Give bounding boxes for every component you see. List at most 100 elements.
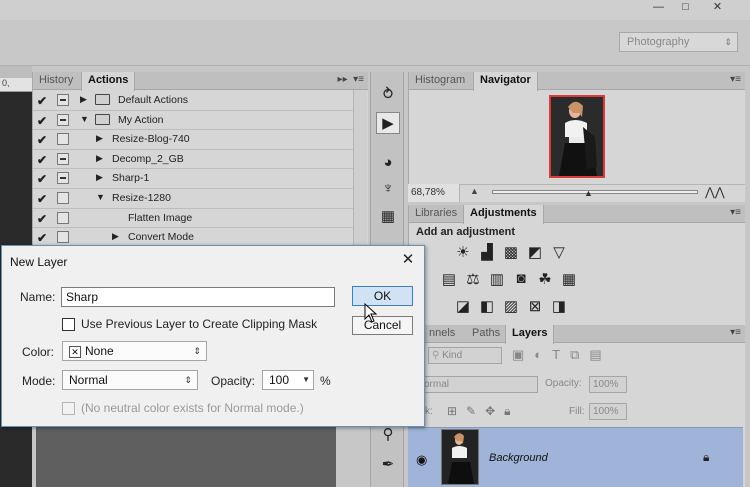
vibrance-icon[interactable]: ▽: [548, 243, 570, 261]
maximize-button[interactable]: □: [672, 0, 699, 16]
tab-channels[interactable]: nnels: [423, 325, 461, 343]
palette-icon[interactable]: ◕: [376, 152, 400, 174]
panel-menu-icon[interactable]: ▾≡: [730, 207, 741, 218]
color-balance-icon[interactable]: ⚖: [462, 270, 484, 288]
mode-select[interactable]: Normal ⇕: [62, 370, 198, 390]
layer-opacity-value[interactable]: 100%: [589, 376, 627, 393]
dialog-toggle[interactable]: [57, 152, 69, 165]
zoom-tool-icon[interactable]: ⚲: [376, 424, 400, 446]
dialog-close-icon[interactable]: ✕: [397, 251, 419, 271]
play-actions-icon[interactable]: ▶: [376, 112, 400, 134]
dialog-toggle[interactable]: [57, 113, 69, 126]
tab-paths[interactable]: Paths: [466, 325, 506, 343]
zoom-slider[interactable]: [492, 190, 698, 194]
dialog-toggle[interactable]: [57, 231, 69, 244]
brushes-icon[interactable]: ♆: [376, 178, 400, 200]
color-select[interactable]: ✕ None ⇕: [62, 341, 207, 361]
panel-menu-icon[interactable]: ▸▸ ▾≡: [338, 74, 364, 85]
opacity-input[interactable]: 100 ▼: [262, 370, 314, 390]
tab-actions[interactable]: Actions: [81, 72, 136, 91]
invert-icon[interactable]: ◪: [452, 297, 474, 315]
hue-saturation-icon[interactable]: ▤: [438, 270, 460, 288]
opacity-label: Opacity:: [545, 378, 582, 389]
threshold-icon[interactable]: ▨: [500, 297, 522, 315]
tab-libraries[interactable]: Libraries: [409, 205, 463, 223]
layer-name-input[interactable]: [61, 287, 335, 307]
dialog-toggle[interactable]: [57, 192, 69, 204]
zoom-slider-knob[interactable]: ▲: [584, 188, 593, 198]
clipping-mask-checkbox[interactable]: [62, 318, 75, 331]
cancel-button[interactable]: Cancel: [352, 316, 413, 335]
action-row[interactable]: ✔ ▶ Resize-Blog-740: [33, 130, 353, 150]
ok-button[interactable]: OK: [352, 286, 413, 306]
lock-icons[interactable]: ⊞✎✥🔒︎: [447, 404, 520, 419]
history-brush-icon[interactable]: ⥁: [376, 84, 400, 106]
minimize-button[interactable]: —: [645, 0, 672, 16]
check-icon[interactable]: ✔: [37, 94, 47, 108]
grid-icon[interactable]: ▦: [376, 206, 400, 228]
dialog-toggle[interactable]: [57, 94, 69, 106]
exposure-icon[interactable]: ◩: [524, 243, 546, 261]
triangle-down-icon[interactable]: ▼: [80, 114, 89, 124]
color-lookup-icon[interactable]: ▦: [558, 270, 580, 288]
tab-layers[interactable]: Layers: [505, 325, 555, 344]
brightness-icon[interactable]: ☀: [452, 243, 474, 261]
gradient-map-icon[interactable]: ◨: [548, 297, 570, 315]
check-icon[interactable]: ✔: [37, 231, 47, 245]
tab-history[interactable]: History: [33, 72, 79, 90]
zoom-value[interactable]: 68,78%: [408, 184, 460, 202]
selective-color-icon[interactable]: ⊠: [524, 297, 546, 315]
check-icon[interactable]: ✔: [37, 153, 47, 167]
channel-mixer-icon[interactable]: ☘: [534, 270, 556, 288]
actions-scrollbar[interactable]: [353, 90, 367, 252]
visibility-eye-icon[interactable]: ◉: [416, 452, 427, 468]
check-icon[interactable]: ✔: [37, 133, 47, 147]
layer-fill-value[interactable]: 100%: [589, 403, 627, 420]
dialog-toggle[interactable]: [57, 172, 69, 185]
close-window-button[interactable]: ✕: [704, 0, 731, 16]
action-label: Resize-1280: [112, 192, 171, 204]
layer-filter-icons[interactable]: ▣◐T⧉▤: [512, 347, 612, 363]
posterize-icon[interactable]: ◧: [476, 297, 498, 315]
pen-tool-icon[interactable]: ✒: [376, 454, 400, 476]
action-row[interactable]: ✔ ▶ Sharp-1: [33, 169, 353, 189]
dialog-toggle[interactable]: [57, 211, 69, 224]
panel-menu-icon[interactable]: ▾≡: [730, 74, 741, 85]
levels-icon[interactable]: ▟: [476, 243, 498, 261]
zoom-in-icon[interactable]: ⋀⋀: [705, 185, 725, 199]
tab-navigator[interactable]: Navigator: [473, 72, 538, 91]
layer-name[interactable]: Background: [489, 452, 548, 464]
check-icon[interactable]: ✔: [37, 114, 47, 128]
action-row[interactable]: ✔ ▶ Decomp_2_GB: [33, 150, 353, 170]
triangle-right-icon[interactable]: ▶: [96, 133, 103, 144]
blend-mode-select[interactable]: ormal: [420, 376, 538, 393]
triangle-right-icon[interactable]: ▶: [112, 231, 119, 242]
photo-filter-icon[interactable]: ◙: [510, 270, 532, 287]
mode-label: Mode:: [22, 374, 56, 388]
dialog-toggle[interactable]: [57, 133, 69, 146]
tab-adjustments[interactable]: Adjustments: [463, 205, 544, 224]
triangle-right-icon[interactable]: ▶: [96, 153, 103, 164]
action-row[interactable]: ✔ Flatten Image: [33, 209, 353, 229]
chevron-down-icon[interactable]: ▼: [302, 371, 310, 389]
check-icon[interactable]: ✔: [37, 212, 47, 226]
portrait-thumbnail-image: [442, 430, 478, 484]
neutral-color-label: (No neutral color exists for Normal mode…: [81, 401, 304, 415]
adjustments-panel-tabs: Libraries Adjustments ▾≡: [409, 205, 745, 224]
triangle-right-icon[interactable]: ▶: [96, 172, 103, 183]
action-row[interactable]: ✔ ▼ Resize-1280: [33, 189, 353, 209]
tab-histogram[interactable]: Histogram: [409, 72, 471, 90]
navigator-thumbnail[interactable]: [549, 95, 605, 178]
action-row[interactable]: ✔ ▼ My Action: [33, 111, 353, 131]
black-white-icon[interactable]: ▥: [486, 270, 508, 288]
layer-filter-select[interactable]: ⚲ Kind: [428, 347, 502, 364]
panel-menu-icon[interactable]: ▾≡: [730, 327, 741, 338]
check-icon[interactable]: ✔: [37, 192, 47, 206]
workspace-select[interactable]: Photography ⇕: [619, 32, 738, 52]
zoom-out-icon[interactable]: ▲: [470, 186, 479, 196]
curves-icon[interactable]: ▩: [500, 243, 522, 261]
action-row[interactable]: ✔ ▶ Default Actions: [33, 91, 353, 111]
triangle-right-icon[interactable]: ▶: [80, 94, 87, 105]
triangle-down-icon[interactable]: ▼: [96, 192, 105, 202]
check-icon[interactable]: ✔: [37, 172, 47, 186]
